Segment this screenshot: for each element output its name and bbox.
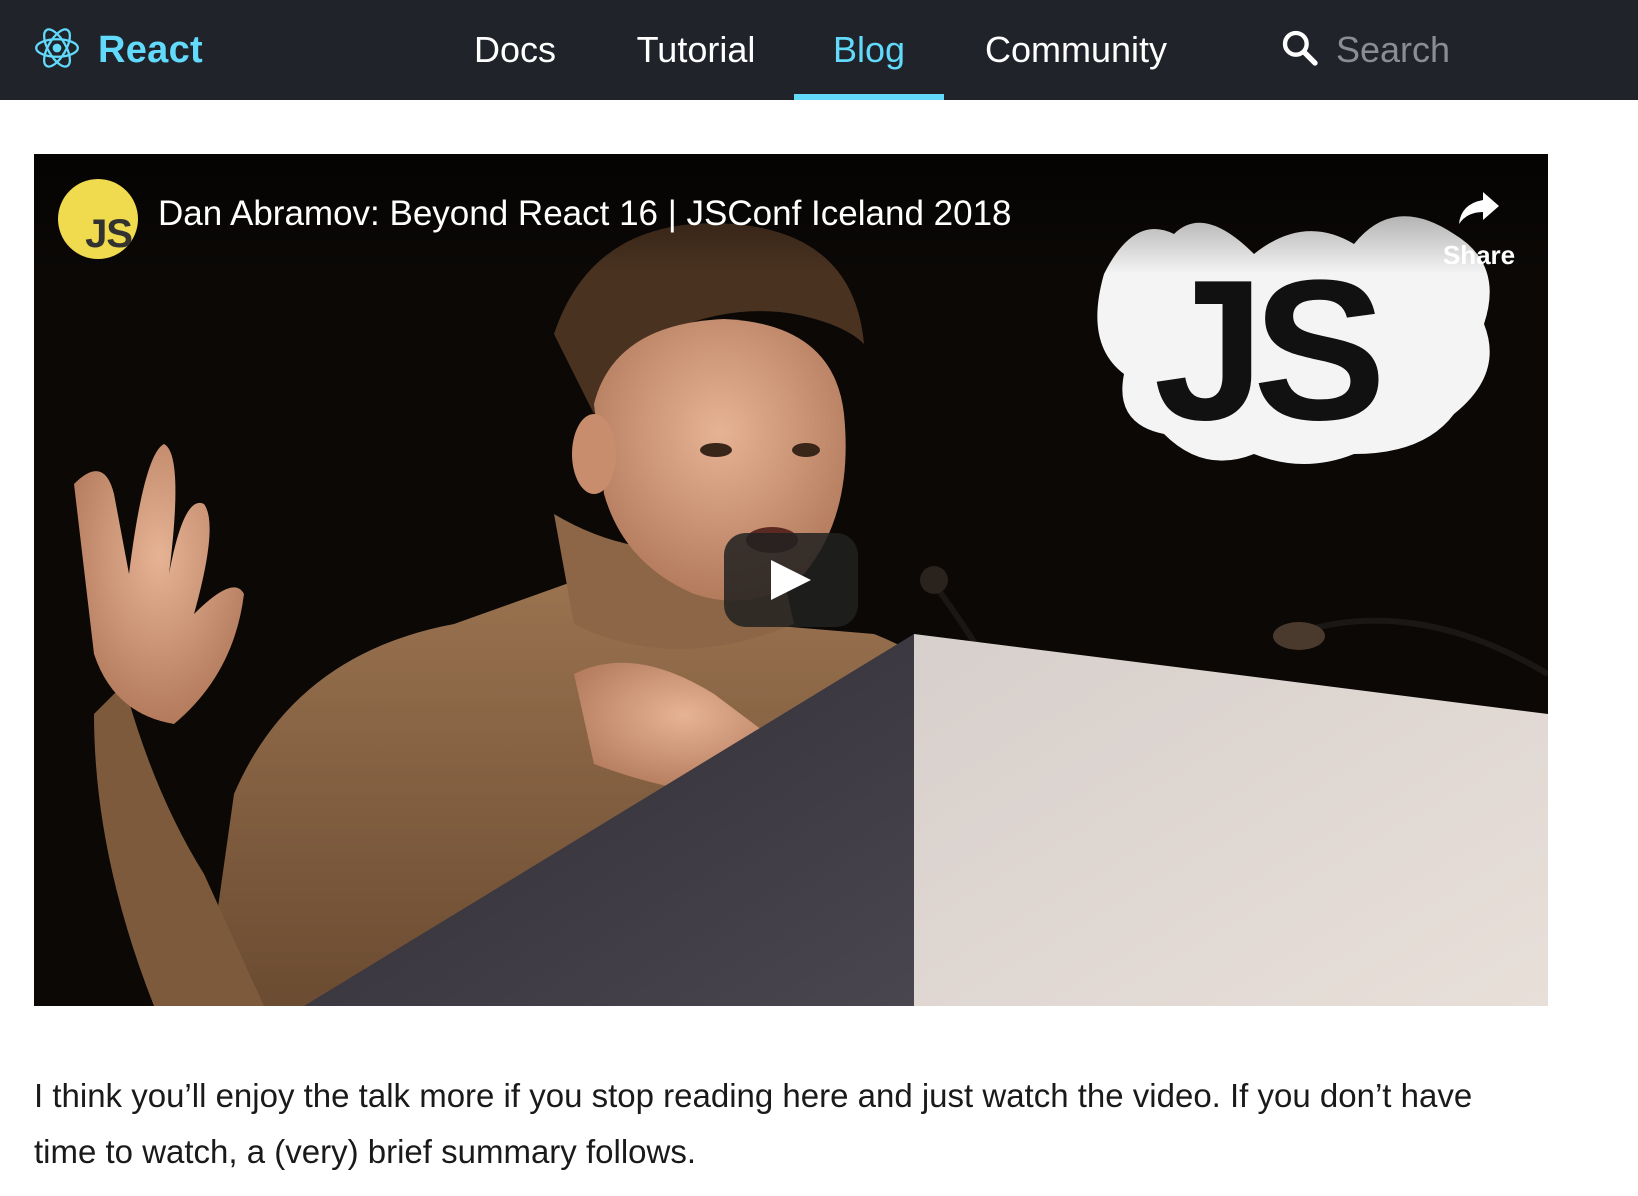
share-icon	[1434, 184, 1524, 232]
channel-badge-text: JS	[85, 212, 133, 256]
nav-blog[interactable]: Blog	[794, 0, 944, 100]
share-button[interactable]: Share	[1434, 184, 1524, 271]
channel-avatar[interactable]: JS	[58, 179, 138, 259]
video-title[interactable]: Dan Abramov: Beyond React 16 | JSConf Ic…	[158, 194, 1012, 234]
youtube-video-embed[interactable]: JS JS Dan Abramov: Beyond React 16 | JSC…	[34, 154, 1548, 1006]
search-icon[interactable]	[1280, 28, 1320, 73]
nav-community[interactable]: Community	[976, 0, 1176, 100]
search-input[interactable]	[1334, 28, 1568, 72]
nav-docs[interactable]: Docs	[460, 0, 570, 100]
top-navigation-bar: React Docs Tutorial Blog Community	[0, 0, 1638, 100]
play-button[interactable]	[724, 533, 858, 627]
brand-name: React	[98, 28, 203, 71]
react-home-link[interactable]: React	[32, 18, 203, 82]
share-label: Share	[1442, 240, 1516, 270]
nav-tutorial[interactable]: Tutorial	[626, 0, 766, 100]
react-logo-icon	[32, 23, 82, 78]
active-tab-indicator	[794, 94, 944, 100]
search-box	[1280, 0, 1568, 100]
article-paragraph: I think you’ll enjoy the talk more if yo…	[34, 1077, 1473, 1170]
